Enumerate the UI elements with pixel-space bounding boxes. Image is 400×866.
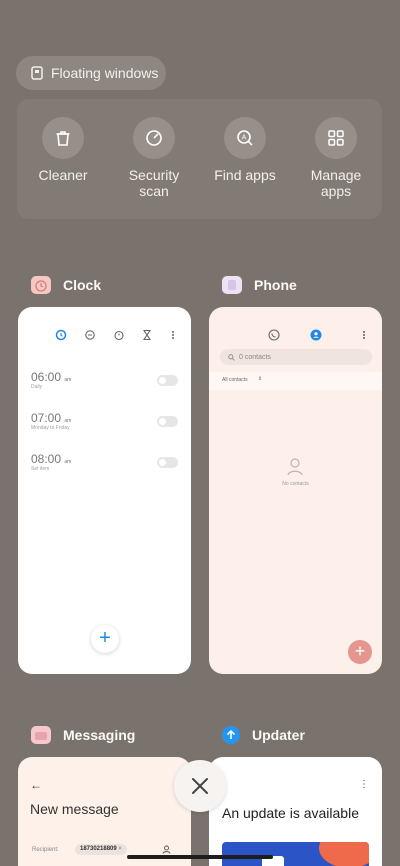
floating-windows-button[interactable]: Floating windows bbox=[16, 56, 166, 90]
security-scan-label-line2: scan bbox=[139, 183, 169, 199]
close-all-button[interactable] bbox=[174, 760, 226, 812]
messaging-app-name: Messaging bbox=[63, 727, 136, 743]
phone-app-icon bbox=[222, 276, 242, 294]
floating-windows-label: Floating windows bbox=[51, 65, 159, 81]
alarm-time-1: 06:00 am bbox=[31, 370, 72, 384]
alarm-toggle-3[interactable] bbox=[157, 457, 178, 468]
more-menu-icon bbox=[363, 331, 365, 339]
filter-dropdown-icon: ⇕ bbox=[258, 376, 263, 382]
update-banner-image bbox=[222, 842, 369, 866]
alarm-tab-icon bbox=[55, 329, 67, 341]
grid-icon bbox=[315, 117, 357, 159]
alarm-toggle-2[interactable] bbox=[157, 416, 178, 427]
contacts-search-input[interactable]: 0 contacts bbox=[220, 349, 372, 365]
contact-picker-icon[interactable] bbox=[162, 845, 171, 854]
alarm-repeat-3: Set item bbox=[31, 466, 50, 472]
contacts-tab-icon bbox=[310, 329, 322, 341]
messaging-app-icon bbox=[31, 726, 51, 744]
more-menu-icon[interactable]: ⋮ bbox=[359, 779, 369, 790]
find-apps-button[interactable]: A Find apps bbox=[200, 117, 290, 183]
security-scan-button[interactable]: Security scan bbox=[109, 117, 199, 199]
clock-app-icon bbox=[31, 276, 51, 294]
back-arrow-icon[interactable]: ← bbox=[30, 778, 42, 792]
cleaner-button[interactable]: Cleaner bbox=[18, 117, 108, 183]
empty-contacts-icon bbox=[287, 458, 303, 476]
app-search-icon: A bbox=[224, 117, 266, 159]
manage-apps-button[interactable]: Manage apps bbox=[291, 117, 381, 199]
contacts-filter-bar[interactable]: All contacts ⇕ bbox=[209, 372, 382, 390]
add-alarm-button[interactable]: + bbox=[91, 625, 119, 653]
phone-app-header[interactable]: Phone bbox=[222, 276, 297, 294]
find-apps-label: Find apps bbox=[214, 167, 276, 183]
contacts-filter-label: All contacts bbox=[222, 377, 248, 383]
alarm-toggle-1[interactable] bbox=[157, 375, 178, 386]
cleaner-label: Cleaner bbox=[38, 167, 88, 183]
alarm-time-2: 07:00 am bbox=[31, 411, 72, 425]
add-contact-button[interactable]: + bbox=[348, 640, 372, 664]
alarm-repeat-2: Monday to Friday bbox=[31, 425, 70, 431]
messaging-app-card[interactable]: ← New message Recipient: 18730218809 × bbox=[18, 757, 191, 866]
remove-recipient-icon: × bbox=[118, 846, 122, 852]
close-icon bbox=[192, 778, 208, 794]
svg-text:A: A bbox=[242, 135, 247, 142]
no-contacts-text: No contacts bbox=[282, 481, 309, 487]
phone-app-name: Phone bbox=[254, 277, 297, 293]
recents-tab-icon bbox=[268, 329, 280, 341]
clock-app-card[interactable]: 06:00 am Daily 07:00 am Monday to Friday… bbox=[18, 307, 191, 674]
manage-apps-label-line2: apps bbox=[320, 183, 352, 199]
floating-window-icon bbox=[31, 66, 43, 80]
messaging-app-header[interactable]: Messaging bbox=[31, 726, 135, 744]
trash-icon bbox=[42, 117, 84, 159]
home-indicator[interactable] bbox=[127, 855, 273, 859]
phone-app-card[interactable]: 0 contacts All contacts ⇕ No contacts + bbox=[209, 307, 382, 674]
updater-app-icon bbox=[222, 726, 240, 744]
recipient-label: Recipient: bbox=[32, 847, 59, 853]
alarm-time-3: 08:00 am bbox=[31, 452, 72, 466]
clock-app-name: Clock bbox=[63, 277, 102, 293]
phone-tabs bbox=[268, 329, 365, 341]
manage-apps-label-line1: Manage bbox=[310, 167, 362, 183]
updater-app-name: Updater bbox=[252, 727, 305, 743]
updater-app-header[interactable]: Updater bbox=[222, 726, 305, 744]
world-clock-tab-icon bbox=[85, 330, 95, 340]
recipient-chip[interactable]: 18730218809 × bbox=[75, 844, 127, 855]
new-message-title: New message bbox=[30, 801, 119, 817]
security-scan-label-line1: Security bbox=[128, 167, 180, 183]
clock-app-header[interactable]: Clock bbox=[31, 276, 101, 294]
timer-tab-icon bbox=[142, 329, 152, 341]
shield-gauge-icon bbox=[133, 117, 175, 159]
clock-tabs bbox=[55, 329, 174, 341]
stopwatch-tab-icon bbox=[114, 330, 124, 341]
search-icon bbox=[228, 353, 235, 361]
more-menu-icon bbox=[172, 331, 174, 339]
updater-app-card[interactable]: ⋮ An update is available bbox=[209, 757, 382, 866]
update-available-title: An update is available bbox=[222, 805, 359, 821]
quick-actions-panel: Cleaner Security scan A Find apps Manage… bbox=[17, 99, 382, 219]
alarm-repeat-1: Daily bbox=[31, 384, 43, 390]
